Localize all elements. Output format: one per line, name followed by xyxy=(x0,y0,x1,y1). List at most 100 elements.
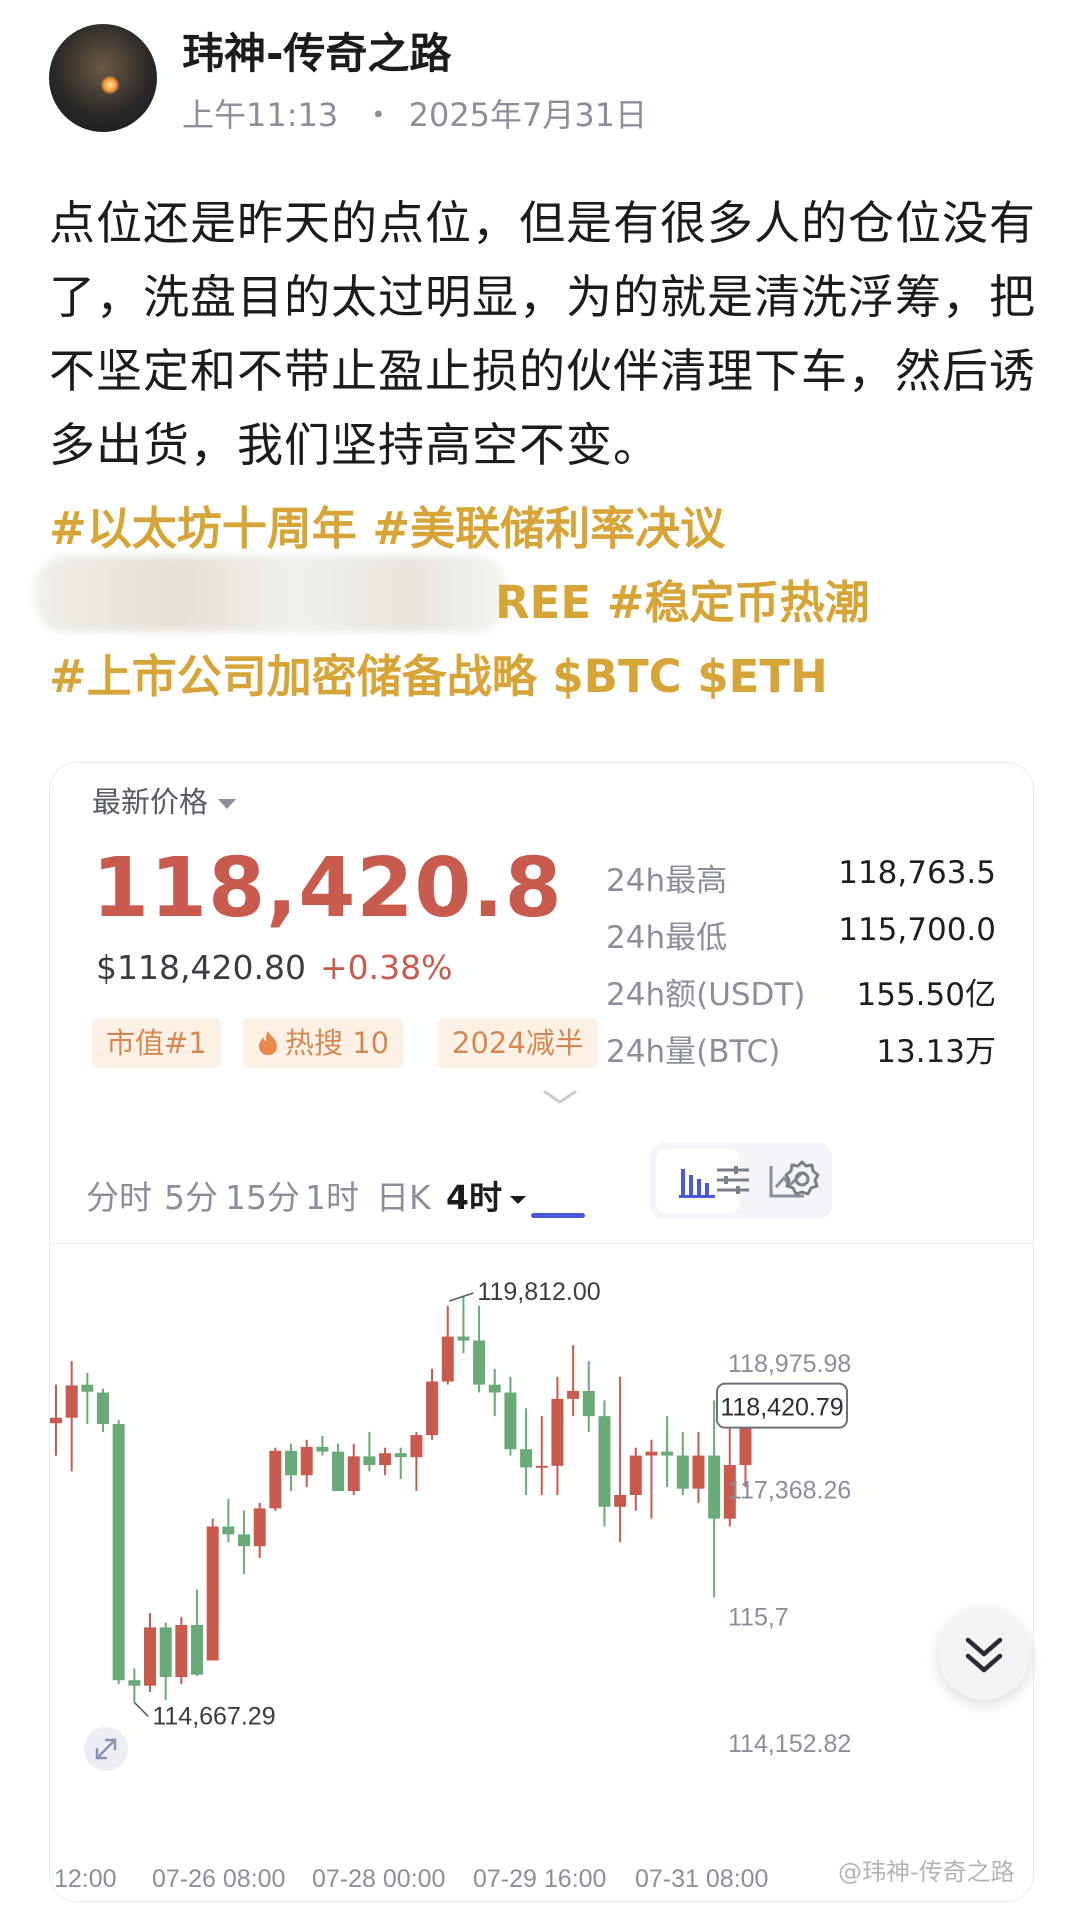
stat-value: 155.50亿 xyxy=(856,977,996,1013)
x-axis-tick-label: 12:00 xyxy=(54,1865,117,1893)
high-annotation-leader xyxy=(449,1292,474,1302)
x-axis-tick-label: 07-29 16:00 xyxy=(473,1865,606,1893)
candle-body xyxy=(159,1627,172,1678)
y-axis-tick-label: 114,152.82 xyxy=(728,1730,851,1758)
stat-label: 24h最低 xyxy=(606,920,728,956)
author-name[interactable]: 玮神-传奇之路 xyxy=(182,20,451,81)
avatar-glow xyxy=(101,76,119,94)
y-axis-tick-label: 115,7 xyxy=(728,1603,789,1631)
candle-body xyxy=(128,1680,141,1686)
stat-row: 24h量(BTC) 13.13万 xyxy=(606,1026,996,1083)
stat-row: 24h最高 118,763.5 xyxy=(606,855,996,912)
low-annotation: 114,667.29 xyxy=(152,1702,275,1730)
current-price: 118,420.8 xyxy=(92,841,563,936)
candle-body xyxy=(708,1455,721,1519)
candle-body xyxy=(65,1385,78,1418)
chart-divider xyxy=(50,1243,1033,1244)
candle-body xyxy=(238,1534,251,1547)
candle-body xyxy=(222,1526,235,1535)
author-avatar[interactable] xyxy=(49,24,157,132)
candlestick-chart[interactable]: 118,975.98 117,368.26 115,7 114,152.82 118,4… xyxy=(50,1245,1034,1902)
candle-body xyxy=(488,1384,501,1393)
candle-body xyxy=(97,1392,110,1425)
high-annotation: 119,812.00 xyxy=(477,1278,600,1306)
stat-label: 24h额(USDT) xyxy=(606,977,806,1013)
candle-body xyxy=(112,1424,125,1681)
candle-body xyxy=(645,1451,658,1456)
meta-separator: ・ xyxy=(362,96,395,134)
hot-search-label: 热搜 10 xyxy=(285,1026,390,1060)
candle-body xyxy=(410,1435,423,1458)
candle-body xyxy=(269,1450,282,1509)
tab-5min[interactable]: 5分 xyxy=(164,1171,218,1219)
candle-body xyxy=(347,1456,360,1492)
tab-15min[interactable]: 15分 xyxy=(225,1171,300,1219)
x-axis-tick-label: 07-31 08:00 xyxy=(635,1865,768,1893)
candle-body xyxy=(50,1417,62,1424)
expand-chevron-icon[interactable] xyxy=(543,1089,577,1105)
candle-body xyxy=(441,1336,454,1382)
fullscreen-icon[interactable] xyxy=(84,1727,128,1771)
stat-value: 115,700.0 xyxy=(838,912,996,948)
blurred-region xyxy=(36,556,506,632)
candle-body xyxy=(676,1455,689,1489)
candle-body xyxy=(81,1384,94,1392)
post-date: 2025年7月31日 xyxy=(408,96,648,134)
x-axis-tick-label: 07-28 00:00 xyxy=(312,1865,445,1893)
scroll-down-button[interactable] xyxy=(938,1608,1030,1700)
stat-label: 24h最高 xyxy=(606,863,728,899)
stat-row: 24h额(USDT) 155.50亿 xyxy=(606,969,996,1026)
latest-price-label: 最新价格 xyxy=(92,785,209,819)
candlestick-chart-icon[interactable] xyxy=(678,1163,716,1199)
usd-price: $118,420.80 xyxy=(96,948,306,987)
candle-body xyxy=(175,1625,188,1678)
tab-time-share[interactable]: 分时 xyxy=(86,1171,152,1219)
candle-body xyxy=(285,1450,298,1476)
low-annotation-leader xyxy=(133,1701,149,1717)
candle-body xyxy=(300,1446,313,1476)
candle-body xyxy=(316,1446,329,1452)
candle-body xyxy=(520,1449,533,1468)
ticker-card[interactable]: 最新价格 118,420.8 $118,420.80 +0.38% 市值#1 热… xyxy=(49,762,1034,1902)
candle-body xyxy=(379,1453,392,1466)
post-time: 上午11:13 xyxy=(182,96,339,134)
candle-body xyxy=(144,1627,157,1686)
y-axis-tick-label: 117,368.26 xyxy=(728,1477,851,1505)
candle-body xyxy=(535,1465,548,1468)
tab-daily[interactable]: 日K xyxy=(376,1171,431,1219)
hashtags-line-1[interactable]: #以太坊十周年 #美联储利率决议 xyxy=(49,492,725,557)
stat-label: 24h量(BTC) xyxy=(606,1034,781,1070)
tab-4hour[interactable]: 4时 xyxy=(446,1171,528,1219)
watermark: @玮神-传奇之路 xyxy=(838,1858,1015,1886)
candle-body xyxy=(661,1451,674,1456)
candle-body xyxy=(332,1451,345,1492)
stat-value: 118,763.5 xyxy=(838,855,996,891)
hot-search-badge[interactable]: 热搜 10 xyxy=(243,1018,404,1068)
candle-body xyxy=(426,1381,439,1436)
candle-body xyxy=(473,1340,486,1385)
stat-value: 13.13万 xyxy=(876,1034,996,1070)
candle-body xyxy=(692,1455,705,1489)
current-price-tag-label: 118,420.79 xyxy=(720,1394,843,1422)
candle-body xyxy=(551,1398,564,1466)
hashtags-line-2[interactable]: REE #稳定币热潮 xyxy=(495,566,870,631)
candle-body xyxy=(457,1336,470,1341)
indicator-settings-icon[interactable] xyxy=(716,1165,750,1195)
candle-body xyxy=(598,1416,611,1507)
latest-price-dropdown[interactable]: 最新价格 xyxy=(92,779,237,821)
market-cap-badge[interactable]: 市值#1 xyxy=(92,1018,221,1068)
candle-body xyxy=(629,1455,642,1495)
post-meta: 上午11:13 ・ 2025年7月31日 xyxy=(182,90,647,136)
candle-body xyxy=(206,1526,219,1661)
tab-1hour[interactable]: 1时 xyxy=(305,1171,359,1219)
price-change: +0.38% xyxy=(320,948,453,987)
hashtags-line-3[interactable]: #上市公司加密储备战略 $BTC $ETH xyxy=(49,640,828,705)
candle-body xyxy=(191,1625,204,1675)
gear-icon[interactable] xyxy=(782,1159,822,1199)
candle-body xyxy=(582,1390,595,1417)
halving-badge[interactable]: 2024减半 xyxy=(438,1018,598,1068)
stat-row: 24h最低 115,700.0 xyxy=(606,912,996,969)
caret-down-icon xyxy=(509,1195,526,1204)
x-axis-tick-label: 07-26 08:00 xyxy=(152,1865,285,1893)
candle-body xyxy=(504,1392,517,1450)
